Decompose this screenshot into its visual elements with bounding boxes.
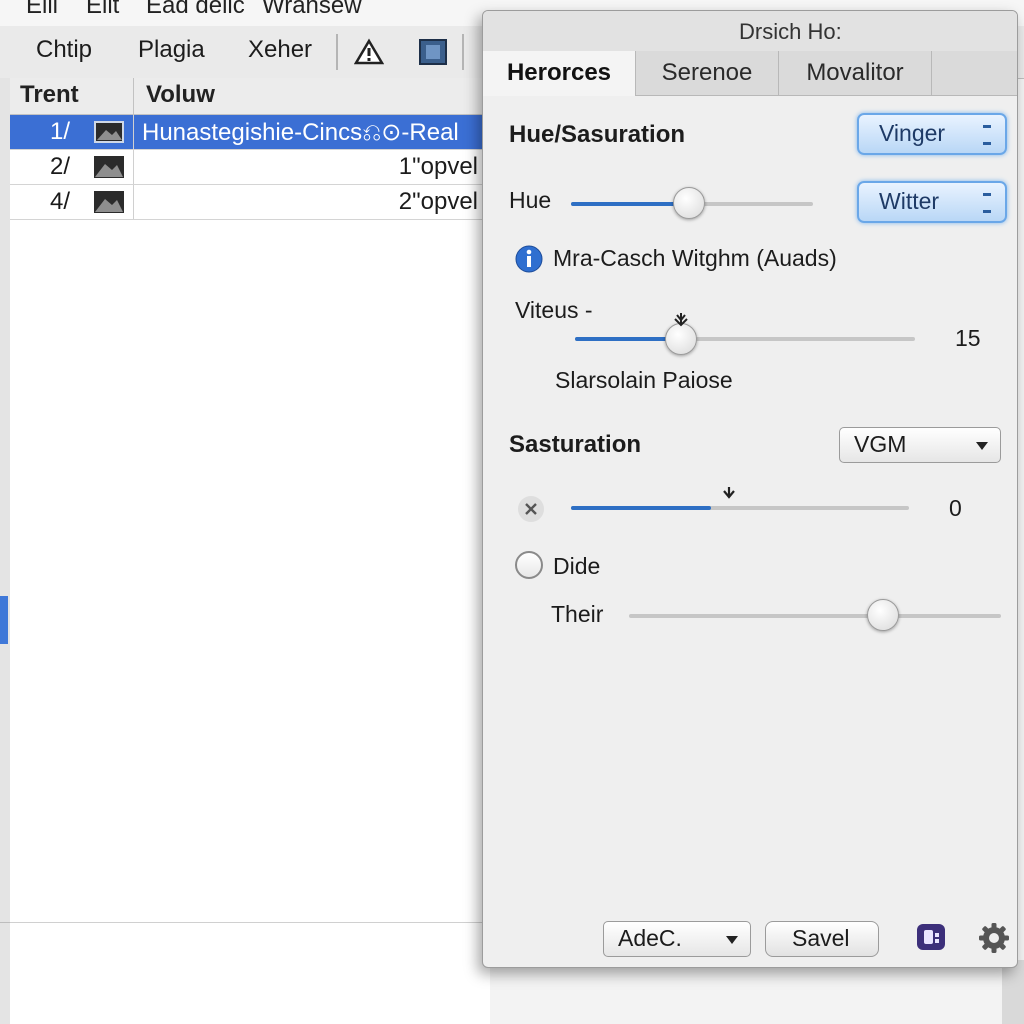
column-header-voluw[interactable]: Voluw: [146, 81, 215, 109]
row-value: 2"opvel: [398, 188, 478, 215]
saturation-value: 0: [949, 495, 962, 521]
witter-dropdown-value: Witter: [879, 188, 940, 214]
hue-saturation-panel: Drsich Ho: Herorces Serenoe Movalitor Hu…: [482, 10, 1018, 968]
their-slider-track[interactable]: [629, 614, 1001, 618]
column-divider: [133, 185, 134, 219]
column-divider[interactable]: [133, 78, 134, 114]
table-row[interactable]: 4/ 2"opvel: [10, 185, 490, 220]
saturation-mode-select[interactable]: VGM: [839, 427, 1001, 463]
divider: [10, 922, 490, 923]
menu-item-edit[interactable]: Elit: [86, 0, 119, 20]
row-value: 1"opvel: [398, 153, 478, 180]
divider: [0, 922, 10, 923]
image-thumbnail-icon: [94, 191, 124, 213]
tab-movalitor[interactable]: Movalitor: [779, 51, 932, 95]
vitreus-value: 15: [955, 325, 981, 351]
section-title-hue-saturation: Hue/Sasuration: [509, 121, 686, 148]
chevron-down-icon: [976, 442, 988, 450]
hue-label: Hue: [509, 187, 552, 213]
toolbar-item-chtip[interactable]: Chtip: [36, 36, 92, 64]
saturation-slider-track[interactable]: [571, 506, 909, 510]
add-select[interactable]: AdeC.: [603, 921, 751, 957]
saturation-slider-fill: [571, 506, 711, 510]
app-icon[interactable]: [915, 921, 947, 953]
row-number: 1/: [50, 118, 71, 145]
panel-titlebar[interactable]: Drsich Ho:: [483, 11, 1017, 52]
vinger-dropdown-value: Vinger: [879, 120, 946, 146]
panel-title: Drsich Ho:: [739, 19, 842, 44]
row-name: Hunastegishie-Cincs⎌⊙-Real: [142, 119, 459, 146]
vitreus-sublabel: Slarsolain Paiose: [555, 367, 733, 393]
close-icon[interactable]: [517, 495, 545, 523]
warning-icon[interactable]: [354, 38, 384, 66]
window-edge: [1002, 960, 1024, 1024]
selection-marker: [0, 596, 8, 644]
table-header: Trent Voluw: [10, 78, 490, 115]
image-icon[interactable]: [418, 38, 448, 66]
stepper-icon: [983, 125, 991, 145]
hue-slider-fill: [571, 202, 687, 206]
save-button-label: Savel: [792, 925, 850, 951]
table-row[interactable]: 1/ Hunastegishie-Cincs⎌⊙-Real: [10, 115, 490, 150]
toolbar-separator: [462, 34, 464, 70]
image-thumbnail-icon: [94, 121, 124, 143]
tab-serenoe[interactable]: Serenoe: [636, 51, 779, 95]
row-number: 2/: [50, 153, 71, 180]
their-slider-handle[interactable]: [867, 599, 899, 631]
vitreus-slider-track[interactable]: [575, 337, 915, 341]
chevron-down-icon: [726, 936, 738, 944]
vitreus-label: Viteus -: [515, 297, 593, 323]
image-thumbnail-icon: [94, 156, 124, 178]
vinger-dropdown[interactable]: Vinger: [857, 113, 1007, 155]
info-icon: [515, 245, 543, 273]
menu-item-window[interactable]: Wransew: [262, 0, 362, 20]
save-button[interactable]: Savel: [765, 921, 879, 957]
tab-herorces[interactable]: Herorces: [483, 51, 636, 96]
add-select-value: AdeC.: [618, 925, 682, 951]
hue-slider-handle[interactable]: [673, 187, 705, 219]
info-text: Mra-Casch Witghm (Auads): [553, 245, 837, 271]
saturation-mode-value: VGM: [854, 431, 907, 457]
toolbar-item-plagia[interactable]: Plagia: [138, 36, 205, 64]
toolbar-separator: [336, 34, 338, 70]
saturation-slider-handle[interactable]: [719, 485, 739, 503]
their-label: Their: [551, 601, 604, 627]
section-title-saturation: Sasturation: [509, 431, 642, 458]
table-row[interactable]: 2/ 1"opvel: [10, 150, 490, 185]
menu-item-third[interactable]: Ead delic: [146, 0, 245, 20]
dide-radio[interactable]: [515, 551, 543, 579]
column-header-trent[interactable]: Trent: [20, 81, 79, 109]
witter-dropdown[interactable]: Witter: [857, 181, 1007, 223]
row-number: 4/: [50, 188, 71, 215]
dide-label: Dide: [553, 553, 601, 579]
toolbar-item-xeher[interactable]: Xeher: [248, 36, 312, 64]
menu-item-file[interactable]: Elll: [26, 0, 58, 20]
gear-icon[interactable]: [977, 921, 1011, 955]
file-table: Trent Voluw 1/ Hunastegishie-Cincs⎌⊙-Rea…: [10, 78, 490, 1024]
stepper-icon: [983, 193, 991, 213]
tab-bar: Herorces Serenoe Movalitor: [483, 51, 1017, 96]
cursor-icon: [674, 313, 688, 327]
column-divider: [133, 150, 134, 184]
column-divider: [133, 115, 134, 149]
